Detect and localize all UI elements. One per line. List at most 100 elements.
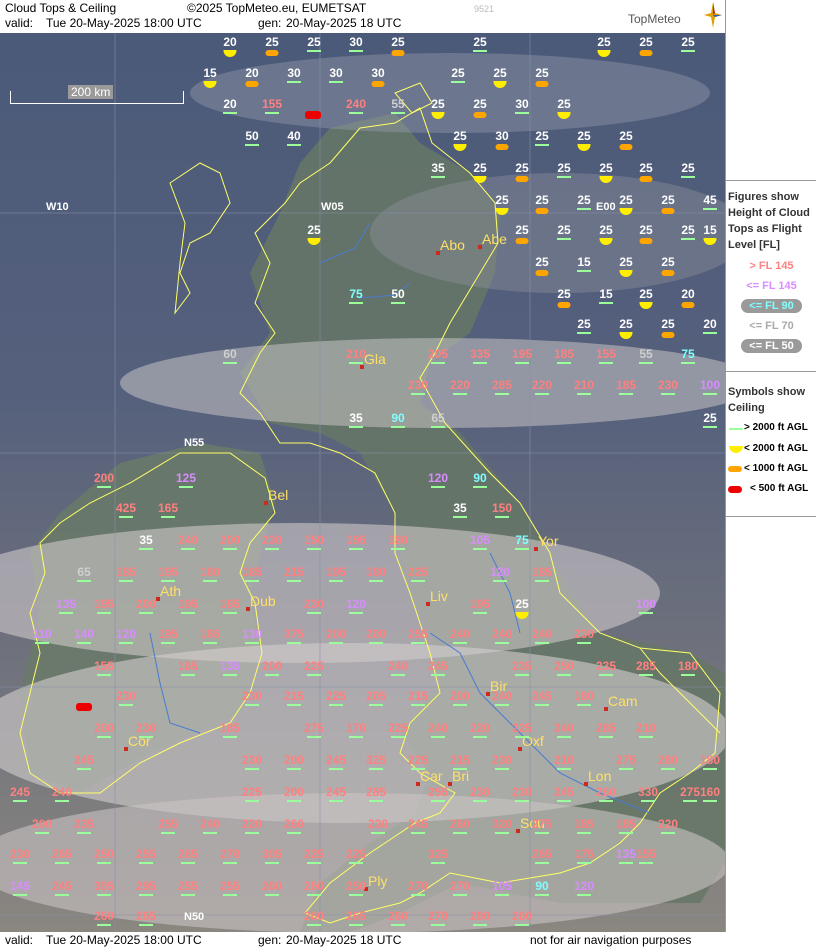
ceiling-ok-symbol — [535, 894, 549, 896]
cloud-top-label: 260 — [303, 879, 325, 893]
cloud-top-label: 260 — [387, 909, 409, 923]
cloud-top-label: 50 — [391, 287, 405, 301]
ceiling-ok-symbol — [557, 176, 571, 178]
ceiling-ok-symbol — [391, 736, 405, 738]
cloud-top-label: 265 — [135, 909, 157, 923]
cloud-top-label: 120 — [115, 627, 137, 641]
cloud-top-label: 25 — [307, 35, 321, 49]
cloud-top-label: 240 — [51, 785, 73, 799]
cloud-top-label: 240 — [387, 659, 409, 673]
cloud-top-label: 25 — [391, 35, 405, 49]
ceiling-ok-symbol — [287, 580, 301, 582]
city-label-cam: Cam — [608, 693, 638, 709]
cloud-top-label: 180 — [199, 565, 221, 579]
legend-divider — [726, 180, 816, 181]
cloud-top-label: 230 — [135, 721, 157, 735]
ceiling-ok-symbol — [453, 393, 467, 395]
ceiling-ok-symbol — [577, 642, 591, 644]
ceiling-below-1000-symbol — [245, 81, 259, 87]
cloud-top-label: 35 — [453, 501, 467, 515]
ceiling-ok-symbol — [703, 768, 717, 770]
cloud-top-label: 180 — [387, 533, 409, 547]
ceiling-ok-symbol — [223, 674, 237, 676]
ceiling-below-1000-symbol — [535, 208, 549, 214]
cloud-top-label: 285 — [595, 721, 617, 735]
ceiling-ok-symbol — [535, 642, 549, 644]
ceiling-ok-symbol — [139, 894, 153, 896]
cloud-top-label: 245 — [51, 879, 73, 893]
cloud-top-label: 325 — [365, 753, 387, 767]
grid-label-e00: E00 — [596, 201, 616, 213]
ceiling-ok-symbol — [181, 674, 195, 676]
cloud-top-label: 200 — [283, 753, 305, 767]
cloud-top-label: 75 — [349, 287, 363, 301]
cloud-top-label: 240 — [491, 689, 513, 703]
ceiling-ok-symbol — [97, 862, 111, 864]
ceiling-ok-symbol — [641, 800, 655, 802]
ceiling-ok-symbol — [473, 548, 487, 550]
ceiling-below-1000-symbol — [639, 238, 653, 244]
legend-panel: Figures show Height of Cloud Tops as Fli… — [725, 0, 816, 947]
cloud-top-label: 20 — [223, 35, 237, 49]
ceiling-ok-symbol — [599, 302, 613, 304]
cloud-top-label: 240 — [177, 533, 199, 547]
ceiling-ok-symbol — [349, 426, 363, 428]
ceiling-ok-symbol — [599, 800, 613, 802]
ceiling-ok-symbol — [661, 393, 675, 395]
city-label-car: Car — [420, 768, 443, 784]
legend-fl-50: <= FL 50 — [726, 339, 816, 353]
legend-fl-above-145: > FL 145 — [749, 260, 794, 272]
cloud-top-label: 280 — [657, 753, 679, 767]
ceiling-below-1000-symbol — [639, 176, 653, 182]
ceiling-ok-symbol — [473, 486, 487, 488]
ceiling-below-1000-symbol — [371, 81, 385, 87]
ceiling-ok-symbol — [13, 862, 27, 864]
ceiling-ok-symbol — [661, 832, 675, 834]
ceiling-ok-symbol — [369, 800, 383, 802]
cloud-top-label: 275 — [679, 785, 701, 799]
cloud-top-label: 25 — [557, 97, 571, 111]
cloud-top-label: 25 — [619, 317, 633, 331]
cloud-top-label: 25 — [515, 597, 529, 611]
cloud-top-label: 225 — [325, 689, 347, 703]
ceiling-below-1000-symbol — [661, 270, 675, 276]
cloud-top-label: 25 — [619, 255, 633, 269]
cloud-top-label: 180 — [365, 565, 387, 579]
cloud-top-label: 200 — [261, 659, 283, 673]
grid-label-w10: W10 — [46, 201, 69, 213]
ceiling-ok-symbol — [35, 832, 49, 834]
ceiling-below-500-symbol — [76, 703, 92, 711]
cloud-top-label: 255 — [177, 879, 199, 893]
ceiling-ok-symbol — [495, 642, 509, 644]
cloud-top-label: 260 — [511, 909, 533, 923]
ceiling-ok-symbol — [349, 612, 363, 614]
cloud-top-label: 120 — [489, 565, 511, 579]
cloud-top-label: 55 — [639, 347, 653, 361]
ceiling-ok-symbol — [515, 924, 529, 926]
ceiling-ok-symbol — [639, 674, 653, 676]
satellite-map[interactable]: 200 km W10 W05 E00 N55 N50 Abo Abe Gla Bel Y… — [0, 33, 725, 932]
header-bar: Cloud Tops & Ceiling ©2025 TopMeteo.eu, … — [0, 0, 725, 33]
cloud-top-label: 210 — [573, 378, 595, 392]
ceiling-ok-symbol — [119, 704, 133, 706]
ceiling-ok-line-icon — [729, 428, 743, 430]
cloud-top-label: 230 — [115, 689, 137, 703]
city-label-abo: Abo — [440, 237, 465, 253]
cloud-top-label: 25 — [557, 223, 571, 237]
cloud-land-layer — [0, 53, 725, 932]
cloud-top-label: 25 — [639, 287, 653, 301]
cloud-top-label: 25 — [515, 223, 529, 237]
ceiling-below-1000-symbol — [619, 144, 633, 150]
cloud-top-label: 210 — [553, 753, 575, 767]
cloud-top-label: 25 — [619, 193, 633, 207]
cloud-top-label: 185 — [241, 565, 263, 579]
cloud-top-label: 250 — [553, 659, 575, 673]
ceiling-ok-symbol — [265, 548, 279, 550]
cloud-top-label: 120 — [573, 879, 595, 893]
cloud-top-label: 30 — [515, 97, 529, 111]
ceiling-ok-symbol — [431, 924, 445, 926]
cloud-top-label: 250 — [345, 879, 367, 893]
ceiling-ok-symbol — [681, 674, 695, 676]
cloud-top-label: 155 — [595, 347, 617, 361]
cloud-top-label: 50 — [245, 129, 259, 143]
